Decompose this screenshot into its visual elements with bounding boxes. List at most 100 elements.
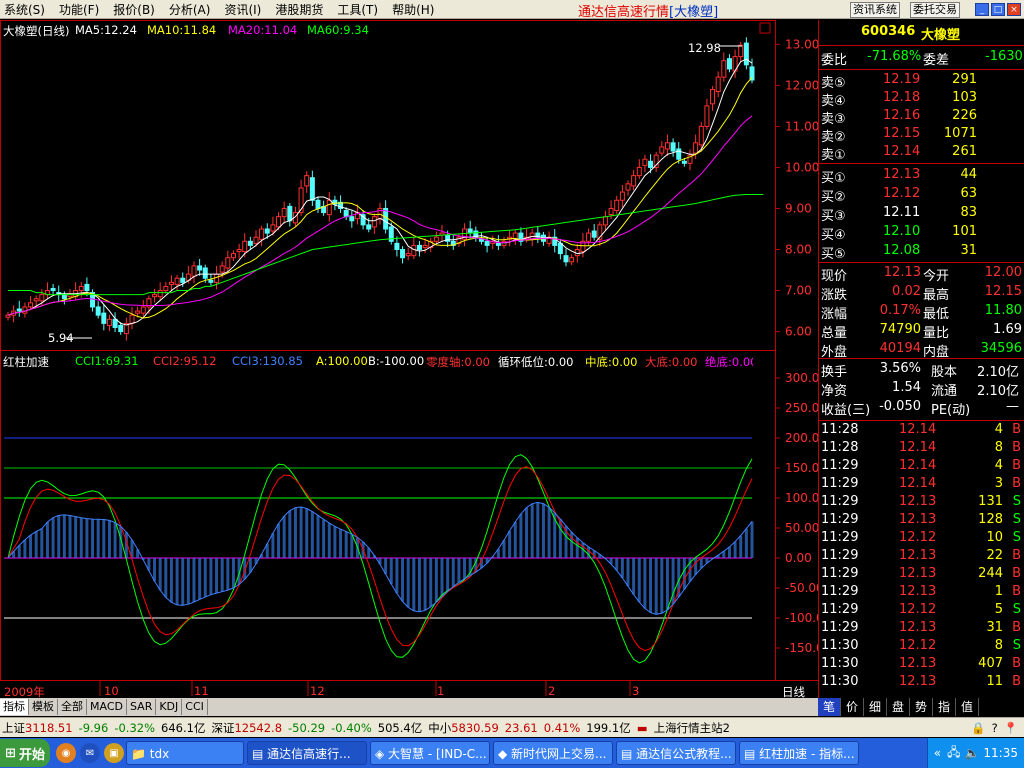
fund-label: PE(动)	[931, 403, 971, 418]
news-icon[interactable]: ▬	[637, 721, 648, 735]
ask-row[interactable]: 卖① 12.14 261	[819, 144, 1024, 163]
candle-body	[106, 318, 112, 326]
menu-quote[interactable]: 报价(B)	[109, 1, 159, 18]
indicator-histogram-bar	[299, 507, 303, 558]
help-icon[interactable]: ?	[992, 721, 998, 735]
tick-row[interactable]: 11:29 12.12 10 S	[819, 530, 1024, 548]
tab-trend[interactable]: 势	[910, 698, 933, 716]
tab-indicator[interactable]: 指标	[0, 699, 29, 715]
server-label[interactable]: 上海行情主站2	[654, 720, 730, 736]
tick-row[interactable]: 11:28 12.14 4 B	[819, 422, 1024, 440]
menu-tools[interactable]: 工具(T)	[333, 1, 382, 18]
tick-row[interactable]: 11:29 12.14 3 B	[819, 476, 1024, 494]
bid-price: 12.08	[883, 243, 921, 258]
task-tdx-quote[interactable]: ▤ 通达信高速行...	[247, 741, 367, 765]
tick-row[interactable]: 11:29 12.13 31 B	[819, 620, 1024, 638]
menu-analysis[interactable]: 分析(A)	[165, 1, 215, 18]
menu-system[interactable]: 系统(S)	[0, 1, 49, 18]
bid-row[interactable]: 买⑤ 12.08 31	[819, 243, 1024, 262]
maximize-icon[interactable]: □	[991, 3, 1005, 16]
task-trade[interactable]: ◆ 新时代网上交易...	[493, 741, 613, 765]
candle-body	[180, 277, 186, 283]
tab-detail[interactable]: 细	[864, 698, 887, 716]
network-icon[interactable]: 🖧	[947, 743, 960, 764]
clock[interactable]: 11:35	[983, 746, 1018, 760]
task-tutorial[interactable]: ▤ 通达信公式教程...	[616, 741, 736, 765]
bid-price: 12.13	[883, 167, 921, 182]
tab-board[interactable]: 盘	[887, 698, 910, 716]
candle-body	[670, 142, 676, 152]
task-tdx[interactable]: 📁 tdx	[126, 741, 244, 765]
menu-info[interactable]: 资讯(I)	[220, 1, 265, 18]
tick-side: B	[1012, 620, 1021, 635]
candle-body	[326, 199, 332, 216]
ask-row[interactable]: 卖⑤ 12.19 291	[819, 72, 1024, 91]
indicator-histogram-bar	[541, 503, 545, 558]
tick-row[interactable]: 11:28 12.14 8 B	[819, 440, 1024, 458]
tick-volume: 11	[986, 674, 1003, 689]
browser-icon[interactable]: ◉	[56, 743, 76, 763]
volume-icon[interactable]: 🔈	[964, 746, 979, 760]
tab-value[interactable]: 值	[956, 698, 979, 716]
pin-icon[interactable]: 📍	[1004, 721, 1018, 735]
candle-body	[202, 267, 208, 279]
tab-cci[interactable]: CCI	[182, 699, 208, 715]
tick-row[interactable]: 11:30 12.13 407 B	[819, 656, 1024, 674]
tab-price[interactable]: 价	[841, 698, 864, 716]
tab-all[interactable]: 全部	[58, 699, 87, 715]
trade-button[interactable]: 委托交易	[910, 2, 960, 18]
task-dzh[interactable]: ◈ 大智慧 - [IND-C...	[370, 741, 490, 765]
x-label-10: 10	[104, 684, 119, 698]
task-indicator[interactable]: ▤ 红柱加速 - 指标...	[739, 741, 859, 765]
ask-row[interactable]: 卖③ 12.16 226	[819, 108, 1024, 127]
tick-row[interactable]: 11:30 12.13 11 B	[819, 674, 1024, 692]
minimize-icon[interactable]: _	[975, 3, 989, 16]
indicator-histogram-bar	[91, 519, 95, 558]
candle-body	[710, 88, 716, 105]
bid-row[interactable]: 买① 12.13 44	[819, 167, 1024, 186]
menu-help[interactable]: 帮助(H)	[388, 1, 438, 18]
ask-row[interactable]: 卖④ 12.18 103	[819, 90, 1024, 109]
close-icon[interactable]: ×	[1007, 3, 1021, 16]
tab-sar[interactable]: SAR	[127, 699, 157, 715]
menu-function[interactable]: 功能(F)	[55, 1, 103, 18]
candle-body	[619, 191, 625, 201]
bid-row[interactable]: 买③ 12.11 83	[819, 205, 1024, 224]
tab-kdj[interactable]: KDJ	[156, 699, 183, 715]
start-button[interactable]: ⊞ 开始	[0, 739, 50, 767]
mail-icon[interactable]: ✉	[80, 743, 100, 763]
tray-expand-icon[interactable]: «	[934, 746, 941, 760]
app-title: 通达信高速行情[大橡塑]	[578, 5, 719, 20]
tick-row[interactable]: 11:30 12.12 8 S	[819, 638, 1024, 656]
ask-price: 12.16	[883, 108, 921, 123]
candle-body	[152, 294, 158, 298]
tab-ticks[interactable]: 笔	[818, 698, 841, 716]
tick-row[interactable]: 11:29 12.12 5 S	[819, 602, 1024, 620]
tick-price: 12.14	[899, 458, 937, 473]
bid-row[interactable]: 买② 12.12 63	[819, 186, 1024, 205]
bid-label: 买③	[821, 209, 846, 224]
desktop-icon[interactable]: ▣	[104, 743, 124, 763]
tick-row[interactable]: 11:29 12.14 4 B	[819, 458, 1024, 476]
tick-row[interactable]: 11:29 12.13 128 S	[819, 512, 1024, 530]
menu-hk-futures[interactable]: 港股期货	[271, 1, 327, 18]
tab-index[interactable]: 指	[933, 698, 956, 716]
indicator-tabs: 指标 模板 全部 MACD SAR KDJ CCI	[0, 698, 818, 716]
zero-axis-label: 零度轴:0.00	[426, 355, 490, 369]
tab-macd[interactable]: MACD	[87, 699, 127, 715]
tab-template[interactable]: 模板	[29, 699, 58, 715]
app-icon: ▤	[744, 747, 760, 761]
candle-body	[383, 207, 389, 230]
tick-row[interactable]: 11:29 12.13 22 B	[819, 548, 1024, 566]
indicator-histogram-bar	[682, 558, 686, 590]
tick-row[interactable]: 11:29 12.13 1 B	[819, 584, 1024, 602]
tick-row[interactable]: 11:29 12.13 244 B	[819, 566, 1024, 584]
bid-row[interactable]: 买④ 12.10 101	[819, 224, 1024, 243]
tick-row[interactable]: 11:29 12.13 131 S	[819, 494, 1024, 512]
candle-body	[738, 44, 744, 58]
info-system-button[interactable]: 资讯系统	[850, 2, 900, 18]
ask-row[interactable]: 卖② 12.15 1071	[819, 126, 1024, 145]
chart-area[interactable]: 13.00 12.00 11.00 10.00 9.00 8.00 7.00 6.00 300.…	[0, 20, 818, 699]
candle-body	[715, 76, 721, 93]
indicator-tick-label: 0.00	[785, 551, 812, 565]
